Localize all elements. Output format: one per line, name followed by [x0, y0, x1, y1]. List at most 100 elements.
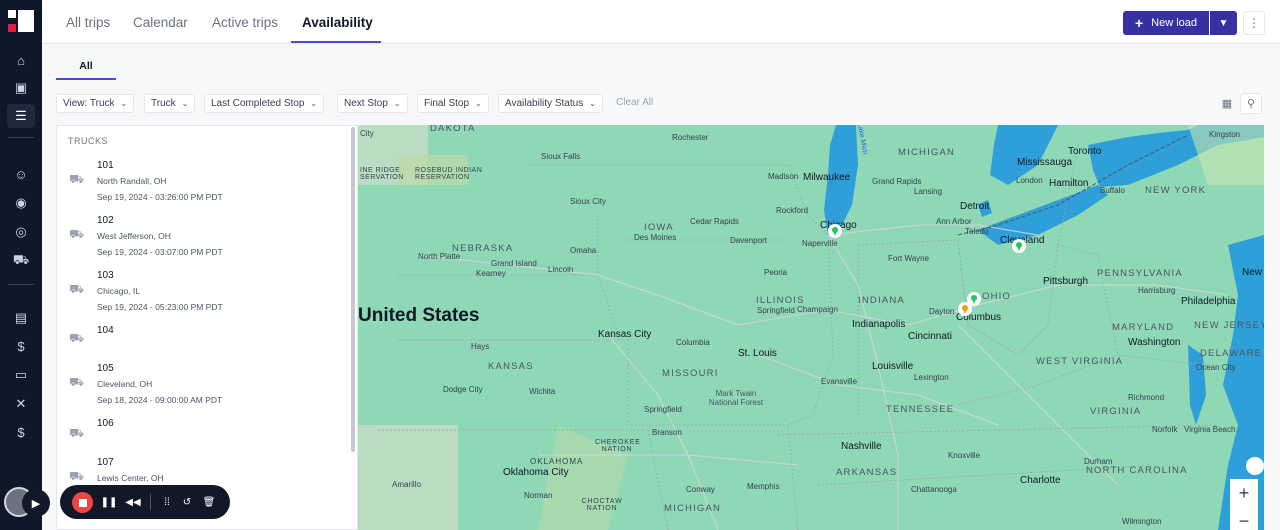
map-city-label: Wichita — [529, 387, 556, 396]
filter-label: View: Truck — [63, 98, 115, 109]
map-city-label: Richmond — [1128, 393, 1165, 402]
tools-icon[interactable]: ✕ — [11, 394, 31, 414]
map-city-label: Springfield — [757, 306, 795, 315]
truck-location-pin[interactable] — [1012, 239, 1026, 257]
list-scrollbar[interactable] — [351, 127, 355, 452]
truck-time: Sep 19, 2024 - 03:26:00 PM PDT — [97, 192, 223, 202]
map-city-label: Indianapolis — [852, 319, 906, 330]
map-country-label: United States — [358, 305, 480, 326]
map-city-label: Memphis — [747, 482, 780, 491]
clear-all-link[interactable]: Clear All — [616, 97, 653, 108]
location-icon[interactable]: ◉ — [11, 193, 31, 213]
map-label: Mark Twain National Forest — [708, 389, 764, 407]
map-city-label: Grand Rapids — [872, 177, 922, 186]
filter-availability-status[interactable]: Availability Status ⌄ — [498, 94, 603, 113]
map-state-label: VIRGINIA — [1090, 406, 1142, 417]
invoice-icon[interactable]: $ — [11, 336, 31, 356]
grid-icon: ⁞⁞ — [164, 496, 170, 508]
card-icon[interactable]: ▭ — [11, 365, 31, 385]
truck-number: 102 — [97, 215, 114, 226]
pause-icon: ❚❚ — [100, 496, 118, 508]
map-city-label: St. Louis — [738, 348, 777, 359]
more-options-button[interactable]: ⋮ — [1243, 11, 1265, 35]
map-city-label: Branson — [652, 428, 682, 437]
filter-label: Availability Status — [505, 98, 584, 109]
steering-wheel-icon[interactable]: ◎ — [11, 222, 31, 242]
app-logo[interactable] — [8, 10, 34, 32]
map-city-label: Ocean City — [1196, 363, 1236, 372]
truck-location-pin[interactable] — [958, 302, 972, 320]
subtab-all[interactable]: All — [56, 52, 116, 80]
map-city-label: Kingston — [1209, 130, 1241, 139]
map-city-label: Wilmington — [1122, 517, 1162, 526]
tab-availability[interactable]: Availability — [302, 0, 373, 44]
map-city-label: Toledo — [965, 227, 989, 236]
map-state-label: ARKANSAS — [836, 467, 898, 478]
map-label: ROSEBUD INDIAN RESERVATION — [415, 167, 483, 181]
map-state-label: MICHIGAN — [898, 147, 956, 158]
filter-final-stop[interactable]: Final Stop ⌄ — [417, 94, 489, 113]
trips-icon[interactable]: ☰ — [7, 104, 35, 128]
restart-button[interactable]: ↺ — [178, 493, 196, 511]
map-state-label: DAKOTA — [430, 125, 476, 134]
grid-button[interactable]: ⁞⁞ — [158, 493, 176, 511]
map-state-label: NEBRASKA — [452, 243, 514, 254]
map-city-label: Buffalo — [1100, 186, 1125, 195]
map-view-toggle[interactable]: ⚲ — [1240, 93, 1262, 114]
map-city-label: Washington — [1128, 337, 1181, 348]
tab-all-trips[interactable]: All trips — [66, 0, 110, 44]
truck-number: 106 — [97, 418, 114, 429]
home-icon[interactable]: ⌂ — [11, 50, 31, 70]
map-state-label: WEST VIRGINIA — [1036, 356, 1124, 367]
tab-active-trips[interactable]: Active trips — [212, 0, 278, 44]
map-state-label: NEW JERSEY — [1194, 320, 1264, 331]
document-icon[interactable]: ▤ — [11, 308, 31, 328]
filter-last-completed-stop[interactable]: Last Completed Stop ⌄ — [204, 94, 325, 113]
truck-icon: ⛟ — [69, 331, 85, 345]
zoom-out-button[interactable]: − — [1230, 507, 1258, 530]
map-state-label: TENNESSEE — [886, 404, 955, 415]
truck-icon: ⛟ — [69, 469, 85, 483]
pause-button[interactable]: ❚❚ — [100, 493, 118, 511]
plus-icon: + — [1134, 15, 1144, 31]
users-icon[interactable]: ☺ — [11, 164, 31, 184]
map-state-label: NORTH CAROLINA — [1086, 465, 1188, 476]
filter-truck[interactable]: Truck ⌄ — [144, 94, 196, 113]
camera-toggle-button[interactable]: ▶ — [22, 489, 50, 517]
divider — [150, 494, 151, 510]
filter-view[interactable]: View: Truck ⌄ — [56, 94, 135, 113]
map-city-label: Madison — [768, 172, 799, 181]
plus-icon: + — [1238, 482, 1250, 503]
map-city-label: Omaha — [570, 246, 597, 255]
box-icon[interactable]: ▣ — [11, 78, 31, 98]
map-city-label: Des Moines — [634, 233, 677, 242]
map-city-label: Cedar Rapids — [690, 217, 739, 226]
map-city-label: Norfolk — [1152, 425, 1178, 434]
map-city-label: Norman — [524, 491, 553, 500]
rewind-button[interactable]: ◀◀ — [124, 493, 142, 511]
table-view-toggle[interactable]: ▦ — [1216, 93, 1238, 114]
new-load-dropdown-button[interactable]: ▼ — [1210, 11, 1237, 35]
zoom-in-button[interactable]: + — [1230, 479, 1258, 507]
map-city-label: Philadelphia — [1181, 296, 1236, 307]
map-state-label: IOWA — [644, 222, 674, 233]
map-state-label: MICHIGAN — [664, 503, 722, 514]
map-city-label: Dayton — [929, 307, 955, 316]
map-city-label: Champaign — [797, 305, 838, 314]
new-load-label: New load — [1151, 17, 1198, 29]
filter-next-stop[interactable]: Next Stop ⌄ — [337, 94, 408, 113]
map-view[interactable]: City DAKOTA INE RIDGE SERVATION ROSEBUD … — [358, 125, 1264, 530]
assistant-widget-icon[interactable] — [1246, 457, 1264, 475]
map-city-label: Kansas City — [598, 329, 652, 340]
map-state-label: MISSOURI — [662, 368, 719, 379]
delete-button[interactable]: 🗑 — [200, 493, 218, 511]
video-camera-icon: ▶ — [31, 497, 41, 510]
truck-location-pin[interactable] — [828, 224, 842, 242]
truck-icon[interactable]: ⛟ — [11, 251, 31, 271]
tab-calendar[interactable]: Calendar — [133, 0, 188, 44]
new-load-button[interactable]: + New load — [1123, 11, 1209, 35]
stop-recording-button[interactable] — [72, 492, 93, 513]
chevron-down-icon: ⌄ — [120, 99, 128, 108]
dollar-icon[interactable]: $ — [11, 422, 31, 442]
map-city-label: Columbia — [676, 338, 710, 347]
